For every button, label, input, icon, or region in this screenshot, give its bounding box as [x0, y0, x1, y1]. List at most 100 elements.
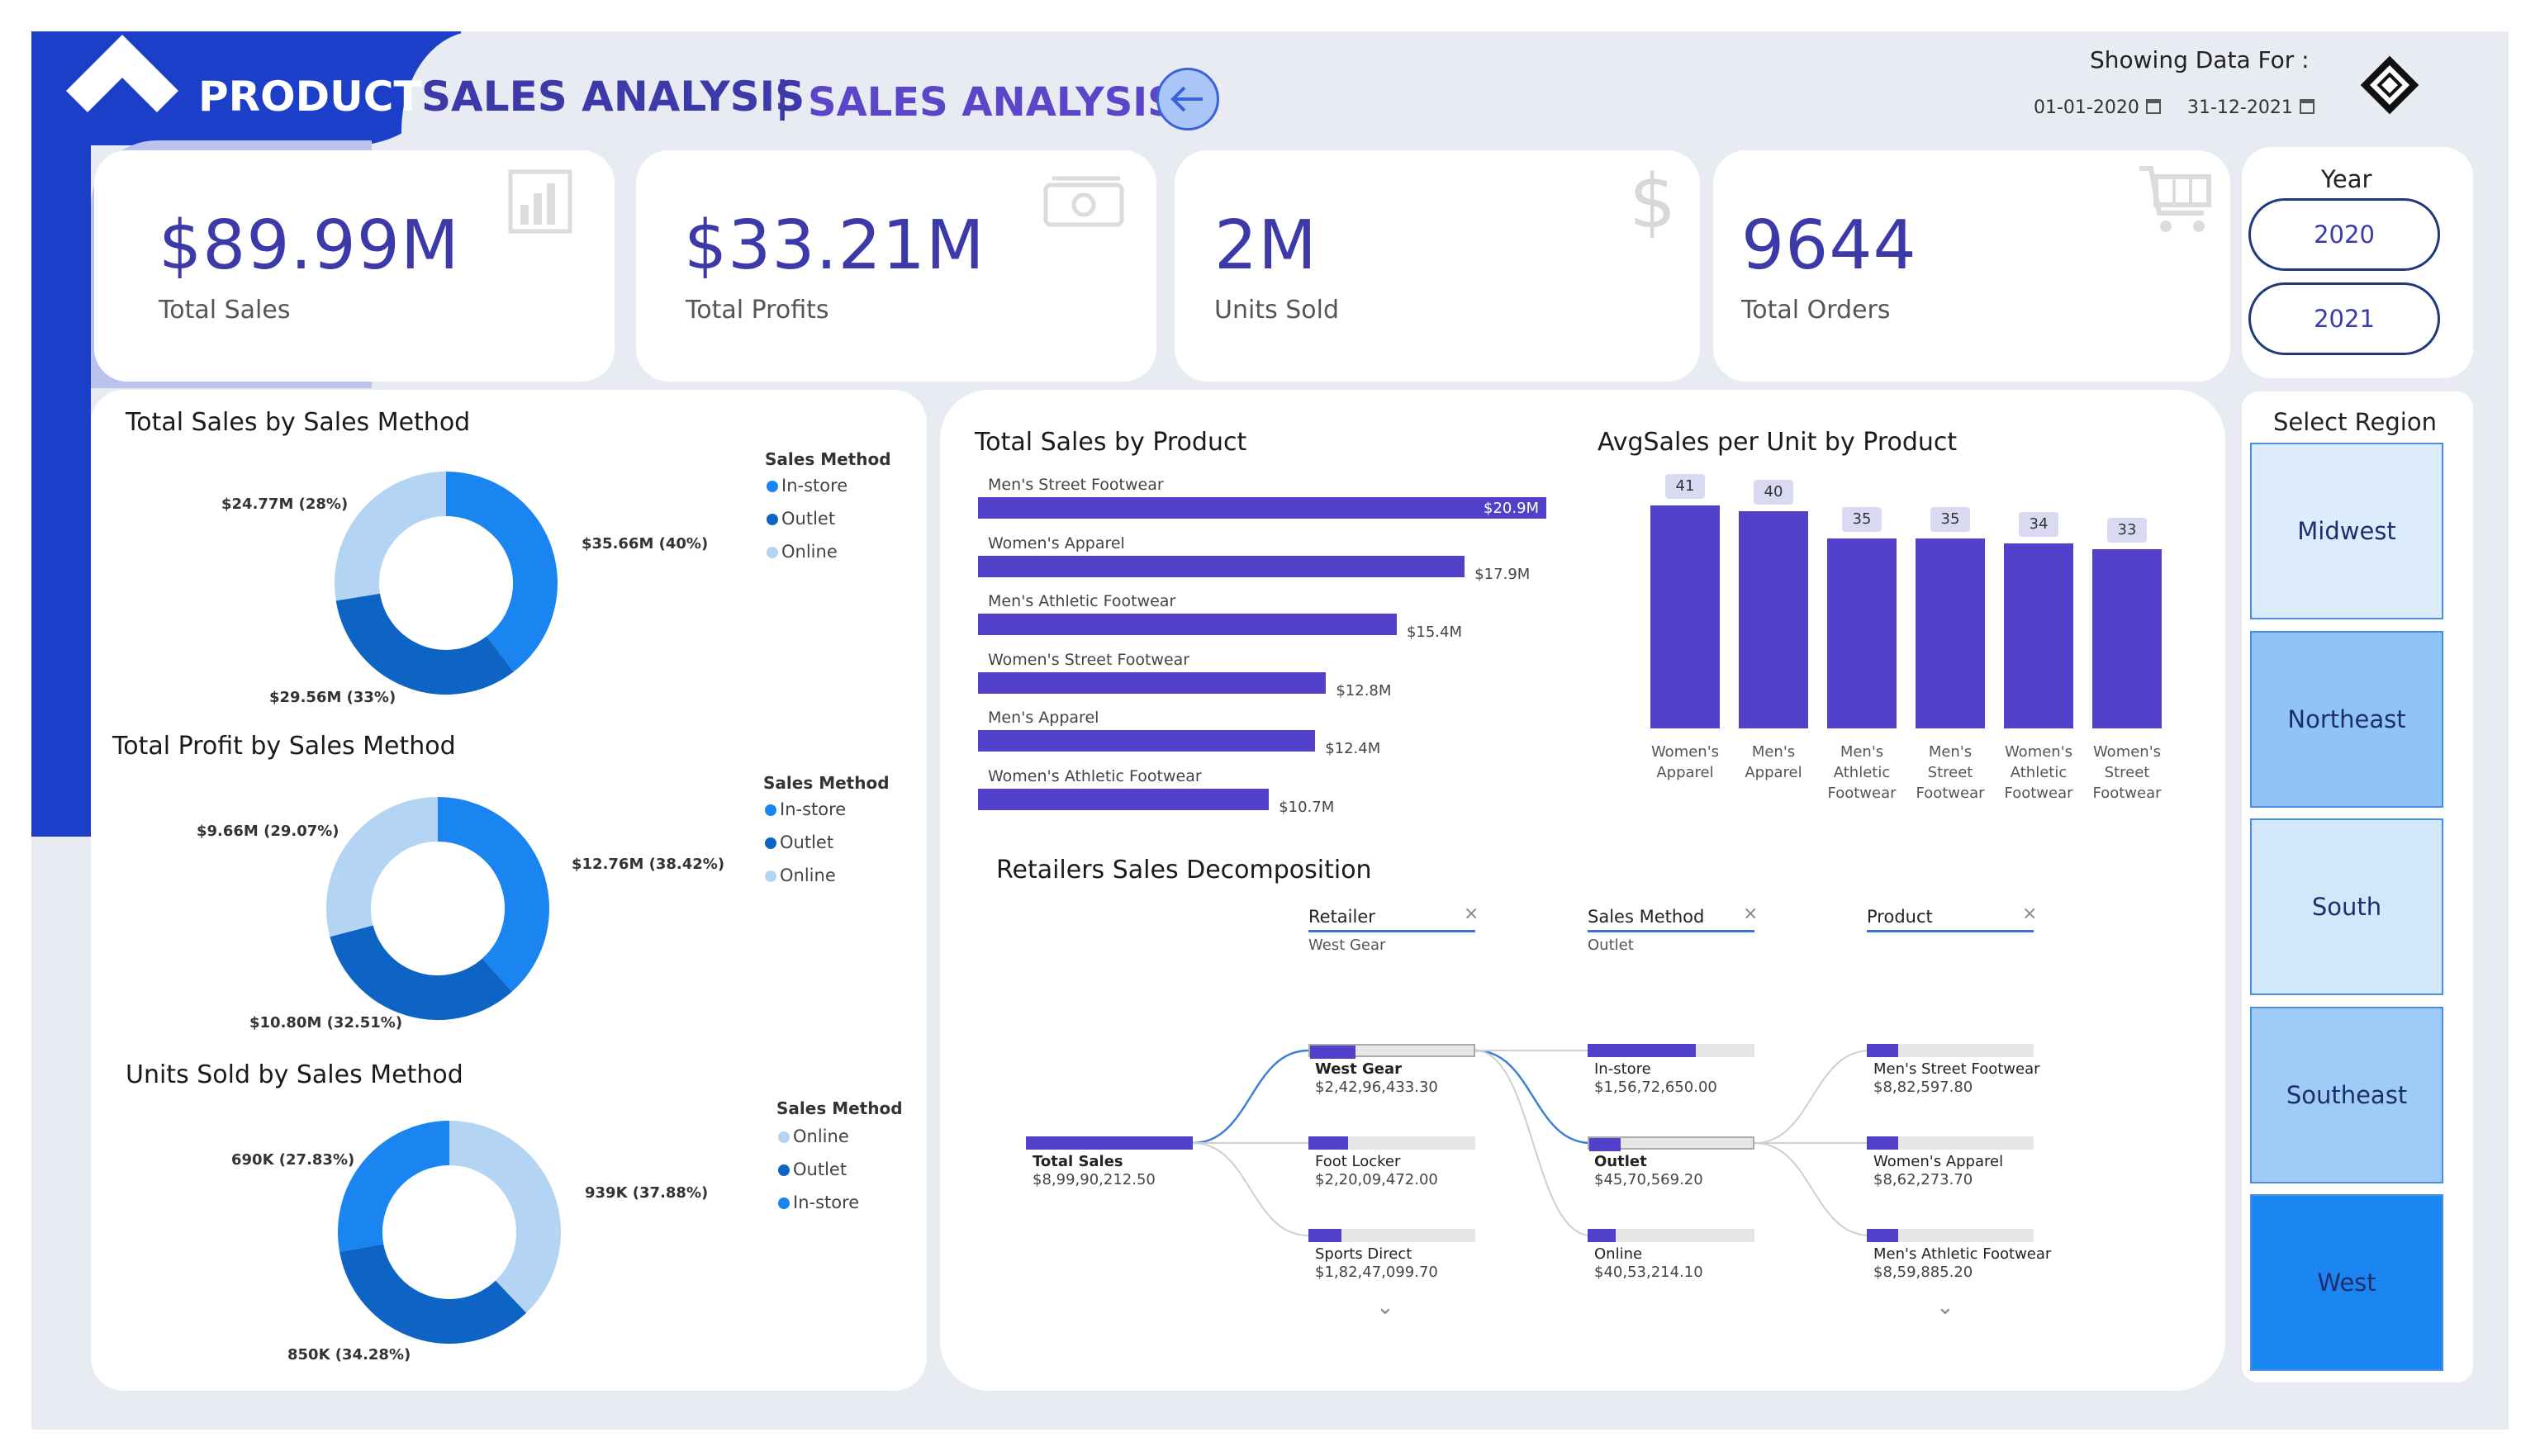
donut-chart-profit[interactable] [322, 793, 553, 1024]
kpi-value: 2M [1214, 206, 1317, 285]
calendar-icon[interactable] [2300, 99, 2314, 114]
donut-slice-in-store[interactable] [338, 1121, 450, 1252]
column-category-label: Women's Athletic Footwear [1993, 742, 2084, 804]
column[interactable] [2004, 543, 2073, 728]
column-value-label: 40 [1754, 479, 1793, 505]
decomp-node-name: In-store [1594, 1060, 1651, 1078]
category-line: Women's [2004, 743, 2073, 761]
column[interactable] [1916, 538, 1985, 728]
legend-item-online[interactable]: Online [767, 542, 838, 562]
back-button[interactable] [1156, 68, 1219, 130]
decomp-node-bar[interactable] [1308, 1136, 1475, 1150]
bar[interactable] [978, 555, 1465, 577]
column-value-label: 34 [2019, 512, 2058, 538]
close-icon[interactable]: × [2022, 903, 2037, 924]
column[interactable] [1650, 505, 1720, 728]
date-to[interactable]: 31-12-2021 [2187, 97, 2293, 118]
column-category-label: Men's Street Footwear [1905, 742, 1996, 804]
column[interactable] [1827, 538, 1897, 728]
donut-chart-units[interactable] [334, 1117, 565, 1348]
bar[interactable] [978, 614, 1397, 635]
decomp-header-underline [1308, 930, 1475, 932]
decomp-node-name: West Gear [1315, 1060, 1403, 1078]
data-label: 850K (34.28%) [287, 1346, 411, 1364]
legend-item-outlet[interactable]: Outlet [765, 832, 833, 852]
category-line: Athletic [1833, 764, 1891, 781]
chevron-down-icon[interactable]: ⌄ [1376, 1295, 1394, 1320]
decomp-node-bar[interactable] [1588, 1136, 1754, 1151]
legend-item-outlet[interactable]: Outlet [767, 509, 835, 529]
decomp-header-product: Product [1867, 907, 1933, 927]
kpi-value: 9644 [1741, 206, 1917, 285]
decomp-node-bar[interactable] [1308, 1229, 1475, 1242]
legend-label: Outlet [780, 832, 834, 852]
donut-slice-online[interactable] [326, 797, 439, 937]
close-icon[interactable]: × [1743, 903, 1758, 924]
dollar-icon: $ [1629, 159, 1677, 245]
title-product: PRODUCT [198, 73, 422, 121]
decomp-node-bar[interactable] [1026, 1136, 1193, 1150]
chart-title-sales-by-product: Total Sales by Product [975, 428, 1247, 457]
region-option-midwest[interactable]: Midwest [2250, 443, 2443, 619]
legend-item-outlet[interactable]: Outlet [778, 1160, 847, 1179]
decomp-node-name: Sports Direct [1315, 1245, 1412, 1263]
decomp-node-fill [1588, 1044, 1697, 1057]
decomp-header-retailer: Retailer [1308, 907, 1375, 927]
decomp-node-bar[interactable] [1867, 1136, 2034, 1150]
bar[interactable] [978, 788, 1270, 810]
date-from[interactable]: 01-01-2020 [2034, 97, 2139, 118]
year-slicer-title: Year [2321, 165, 2372, 193]
close-icon[interactable]: × [1464, 903, 1479, 924]
donut-slice-outlet[interactable] [335, 592, 514, 695]
year-option-2020[interactable]: 2020 [2248, 198, 2440, 271]
category-line: Women's [2092, 743, 2162, 761]
category-line: Footwear [2004, 785, 2073, 802]
legend-title: Sales Method [776, 1098, 903, 1118]
calendar-icon[interactable] [2146, 99, 2161, 114]
donut-slice-online[interactable] [335, 472, 447, 601]
legend-item-in-store[interactable]: In-store [765, 799, 846, 819]
donut-slice-outlet[interactable] [339, 1243, 527, 1344]
bar-value-label: $15.4M [1406, 624, 1462, 641]
decomp-node-fill [1310, 1046, 1355, 1059]
donut-slice-online[interactable] [449, 1121, 561, 1313]
money-icon [1043, 176, 1124, 227]
column-value-label: 33 [2107, 517, 2147, 543]
decomp-node-bar[interactable] [1867, 1044, 2034, 1057]
region-option-south[interactable]: South [2250, 818, 2443, 995]
data-label: $35.66M (40%) [582, 535, 709, 553]
region-option-northeast[interactable]: Northeast [2250, 630, 2443, 808]
bar-category-label: Men's Apparel [988, 709, 1099, 727]
page-subtitle: SALES ANALYSIS [808, 79, 1176, 126]
donut-slice-outlet[interactable] [330, 924, 512, 1020]
data-label: $10.80M (32.51%) [249, 1014, 403, 1032]
decomp-node-value: $8,82,597.80 [1873, 1079, 1973, 1096]
decomp-node-bar[interactable] [1588, 1229, 1754, 1242]
donut-slice-in-store[interactable] [437, 797, 549, 992]
region-option-west[interactable]: West [2250, 1194, 2443, 1371]
decomp-node-bar[interactable] [1867, 1229, 2034, 1242]
legend-item-online[interactable]: Online [765, 866, 836, 885]
decomp-node-bar[interactable] [1308, 1044, 1475, 1059]
year-option-2021[interactable]: 2021 [2248, 282, 2440, 355]
decomp-node-bar[interactable] [1588, 1044, 1754, 1057]
donut-slice-in-store[interactable] [445, 472, 558, 672]
bar[interactable] [978, 497, 1546, 519]
legend-item-in-store[interactable]: In-store [767, 476, 847, 496]
kpi-value: $89.99M [159, 206, 460, 285]
bar[interactable] [978, 671, 1327, 694]
column[interactable] [2092, 548, 2162, 728]
donut-chart-sales[interactable] [330, 467, 562, 699]
bar-value-label: $12.8M [1336, 681, 1392, 700]
decomp-node-value: $1,82,47,099.70 [1315, 1264, 1438, 1281]
chevron-down-icon[interactable]: ⌄ [1936, 1295, 1954, 1320]
legend-item-in-store[interactable]: In-store [778, 1193, 859, 1212]
column[interactable] [1739, 510, 1808, 728]
decomp-node-fill [1867, 1044, 1899, 1057]
bar[interactable] [978, 730, 1316, 752]
arrow-left-icon [1170, 86, 1203, 112]
legend-item-online[interactable]: Online [778, 1126, 849, 1146]
region-option-southeast[interactable]: Southeast [2250, 1006, 2443, 1183]
chart-title-sales-method: Total Sales by Sales Method [126, 408, 471, 437]
decomp-node-name: Foot Locker [1315, 1153, 1401, 1170]
